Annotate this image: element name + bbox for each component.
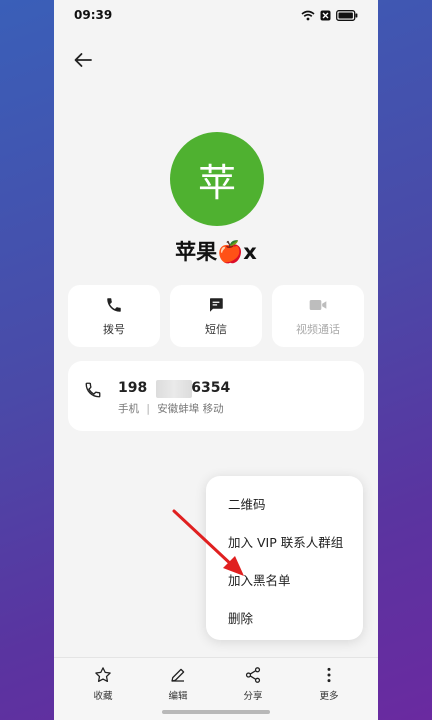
tab-share-label: 分享 [243,691,263,702]
wifi-icon [301,10,315,20]
contact-name: 苹果🍎x [175,240,257,264]
more-icon [327,667,331,683]
tab-edit-label: 编辑 [168,691,188,702]
phone-number-details: 手机 | 安徽蚌埠 移动 [118,401,224,416]
message-button[interactable]: 短信 [170,285,262,347]
dial-button[interactable]: 拨号 [68,285,160,347]
share-icon [245,667,261,683]
video-icon [309,299,327,310]
phone-number-suffix: 6354 [191,380,231,396]
tab-more[interactable]: 更多 [299,666,359,702]
phone-number-icon [85,382,101,398]
detail-separator: | [146,403,150,415]
status-time: 09:39 [74,8,113,22]
message-icon [210,297,223,312]
more-menu: 二维码 加入 VIP 联系人群组 加入黑名单 删除 [206,476,363,640]
video-call-label: 视频通话 [296,322,340,336]
menu-item-add-vip-group[interactable]: 加入 VIP 联系人群组 [228,532,343,551]
quick-actions: 拨号 短信 视频通话 [68,285,364,347]
tab-favorite[interactable]: 收藏 [73,666,133,702]
tab-more-label: 更多 [319,691,339,702]
back-arrow-icon [74,53,92,67]
star-icon [95,667,111,683]
dial-label: 拨号 [103,322,125,336]
menu-item-add-blacklist[interactable]: 加入黑名单 [228,570,291,589]
tab-share[interactable]: 分享 [223,666,283,702]
avatar-initial: 苹 [197,160,236,205]
phone-location: 安徽蚌埠 移动 [157,403,224,415]
phone-number-card[interactable]: 198 6354 手机 | 安徽蚌埠 移动 [68,361,364,431]
battery-icon [336,9,358,21]
status-icons [301,9,358,21]
phone-number-prefix: 198 [118,380,148,396]
phone-screen: 09:39 苹 苹果🍎x 拨号 短信 视频通话 198 6354 手机 | 安徽… [54,0,378,720]
pencil-icon [171,668,185,682]
tab-edit[interactable]: 编辑 [148,666,208,702]
home-indicator[interactable] [162,710,270,714]
video-call-button[interactable]: 视频通话 [272,285,364,347]
message-label: 短信 [205,322,227,336]
back-button[interactable] [68,46,98,74]
phone-icon [107,297,121,312]
number-redaction [156,380,192,398]
sim-icon [320,10,331,20]
status-bar: 09:39 [54,0,378,30]
phone-type: 手机 [118,403,139,415]
menu-item-qrcode[interactable]: 二维码 [228,494,266,513]
menu-item-delete[interactable]: 删除 [228,608,253,627]
contact-avatar: 苹 [170,132,264,226]
tab-favorite-label: 收藏 [93,691,113,702]
